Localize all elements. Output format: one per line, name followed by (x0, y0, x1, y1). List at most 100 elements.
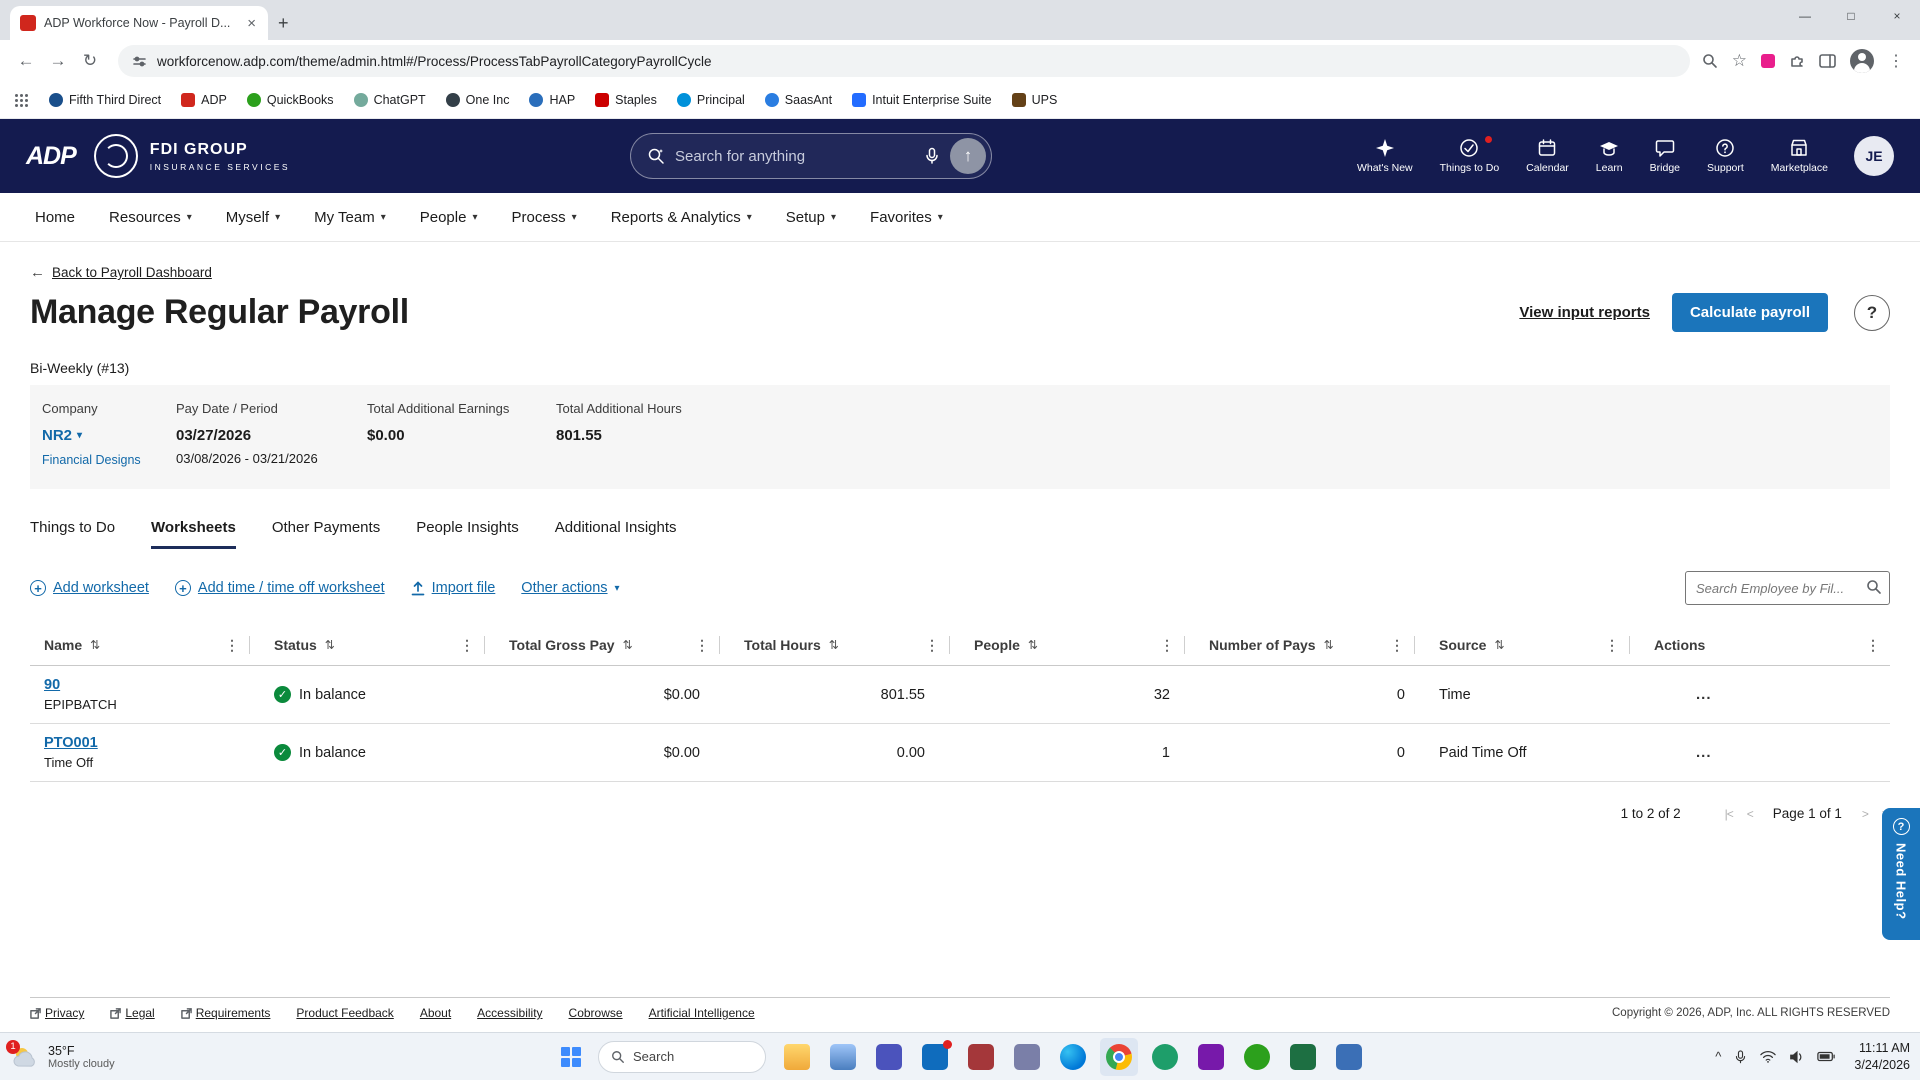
window-minimize-button[interactable]: — (1782, 0, 1828, 32)
next-page-button[interactable]: > (1862, 807, 1869, 821)
tab-additional-insights[interactable]: Additional Insights (555, 519, 677, 549)
column-header-status[interactable]: Status ⇅ ⋮ (260, 625, 495, 665)
taskbar-app-excel[interactable] (1284, 1038, 1322, 1076)
footer-link-product-feedback[interactable]: Product Feedback (296, 1006, 393, 1020)
table-row[interactable]: 90 EPIPBATCH ✓ In balance $0.00 801.55 32 … (30, 666, 1890, 724)
browser-back-icon[interactable]: ← (10, 45, 42, 77)
column-header-people[interactable]: People ⇅ ⋮ (960, 625, 1195, 665)
column-menu-icon[interactable]: ⋮ (1160, 637, 1174, 654)
column-menu-icon[interactable]: ⋮ (1390, 637, 1404, 654)
need-help-tab[interactable]: ? Need Help? (1882, 808, 1920, 940)
site-info-icon[interactable] (132, 54, 147, 69)
back-to-dashboard-link[interactable]: Back to Payroll Dashboard (52, 265, 212, 280)
footer-link-about[interactable]: About (420, 1006, 451, 1020)
taskbar-app-chrome[interactable] (1100, 1037, 1138, 1076)
things-to-do-button[interactable]: Things to Do (1440, 135, 1499, 174)
marketplace-button[interactable]: Marketplace (1771, 138, 1828, 174)
nav-item-people[interactable]: People ▾ (403, 193, 495, 241)
table-row[interactable]: PTO001 Time Off ✓ In balance $0.00 0.00 1 … (30, 724, 1890, 782)
footer-link-legal[interactable]: Legal (110, 1006, 155, 1020)
bookmark-item[interactable]: HAP (529, 93, 575, 107)
tab-people-insights[interactable]: People Insights (416, 519, 519, 549)
side-panel-icon[interactable] (1819, 53, 1836, 69)
worksheet-name-link[interactable]: 90 (44, 677, 60, 693)
browser-tab[interactable]: ADP Workforce Now - Payroll D... × (10, 6, 268, 40)
bookmark-item[interactable]: UPS (1011, 93, 1057, 107)
address-bar[interactable]: workforcenow.adp.com/theme/admin.html#/P… (118, 45, 1690, 77)
previous-page-button[interactable]: < (1747, 807, 1754, 821)
column-menu-icon[interactable]: ⋮ (1605, 637, 1619, 654)
extensions-puzzle-icon[interactable] (1789, 53, 1805, 69)
nav-item-home[interactable]: Home (18, 193, 92, 241)
column-menu-icon[interactable]: ⋮ (1866, 637, 1880, 654)
extension-pink-icon[interactable] (1761, 54, 1775, 68)
calendar-button[interactable]: Calendar (1526, 138, 1569, 174)
browser-reload-icon[interactable]: ↻ (74, 45, 106, 77)
column-header-number-of-pays[interactable]: Number of Pays ⇅ ⋮ (1195, 625, 1425, 665)
bookmark-item[interactable]: SaasAnt (764, 93, 832, 107)
taskbar-app-file-explorer[interactable] (778, 1038, 816, 1076)
bookmark-item[interactable]: Principal (676, 93, 745, 107)
footer-link-cobrowse[interactable]: Cobrowse (569, 1006, 623, 1020)
taskbar-search-input[interactable] (633, 1049, 733, 1064)
taskbar-search[interactable] (598, 1040, 766, 1073)
add-worksheet-button[interactable]: + Add worksheet (30, 580, 149, 596)
company-name-link[interactable]: Financial Designs (42, 453, 176, 467)
taskbar-clock[interactable]: 11:11 AM 3/24/2026 (1854, 1040, 1910, 1074)
window-maximize-button[interactable]: □ (1828, 0, 1874, 32)
sort-icon[interactable]: ⇅ (1494, 638, 1504, 652)
taskbar-app-teams[interactable] (870, 1038, 908, 1076)
nav-item-my-team[interactable]: My Team ▾ (297, 193, 403, 241)
taskbar-app-phone-link[interactable] (1146, 1038, 1184, 1076)
footer-link-privacy[interactable]: Privacy (30, 1006, 84, 1020)
help-button[interactable]: ? (1854, 294, 1890, 331)
support-button[interactable]: Support (1707, 138, 1744, 174)
bookmark-item[interactable]: Intuit Enterprise Suite (852, 93, 992, 107)
column-header-actions[interactable]: Actions ⋮ (1640, 625, 1890, 665)
search-submit-button[interactable]: ↑ (950, 138, 986, 174)
employee-search-input[interactable] (1685, 571, 1890, 605)
import-file-button[interactable]: Import file (411, 580, 495, 596)
zoom-icon[interactable] (1702, 53, 1718, 69)
bookmark-item[interactable]: Staples (595, 93, 657, 107)
column-header-total-gross-pay[interactable]: Total Gross Pay ⇅ ⋮ (495, 625, 730, 665)
taskbar-app-quickbooks[interactable] (1238, 1038, 1276, 1076)
global-search-bar[interactable]: ↑ (630, 133, 992, 179)
column-menu-icon[interactable]: ⋮ (925, 637, 939, 654)
footer-link-requirements[interactable]: Requirements (180, 1006, 270, 1020)
sort-icon[interactable]: ⇅ (623, 638, 633, 652)
tab-other-payments[interactable]: Other Payments (272, 519, 380, 549)
bookmark-star-icon[interactable]: ☆ (1732, 51, 1747, 71)
bookmark-item[interactable]: One Inc (445, 93, 509, 107)
column-menu-icon[interactable]: ⋮ (695, 637, 709, 654)
column-header-source[interactable]: Source ⇅ ⋮ (1425, 625, 1640, 665)
sort-icon[interactable]: ⇅ (829, 638, 839, 652)
taskbar-app-edge[interactable] (1054, 1038, 1092, 1076)
worksheet-name-link[interactable]: PTO001 (44, 735, 98, 751)
learn-button[interactable]: Learn (1596, 138, 1623, 174)
apps-grid-icon[interactable] (14, 93, 29, 108)
weather-widget[interactable]: 1 35°F Mostly cloudy (6, 1039, 115, 1070)
row-actions-menu[interactable]: ... (1654, 744, 1712, 761)
start-button[interactable] (552, 1038, 590, 1076)
taskbar-app-remote-desktop[interactable] (1330, 1038, 1368, 1076)
mic-icon[interactable] (1734, 1049, 1747, 1065)
sort-icon[interactable]: ⇅ (90, 638, 100, 652)
search-icon[interactable] (1866, 579, 1882, 595)
sort-icon[interactable]: ⇅ (325, 638, 335, 652)
tab-close-icon[interactable]: × (245, 15, 258, 32)
battery-icon[interactable] (1817, 1051, 1836, 1062)
nav-item-myself[interactable]: Myself ▾ (209, 193, 297, 241)
user-avatar[interactable]: JE (1854, 136, 1894, 176)
browser-menu-kebab-icon[interactable]: ⋮ (1888, 51, 1904, 71)
hidden-icons-chevron[interactable]: ^ (1715, 1049, 1721, 1064)
browser-forward-icon[interactable]: → (42, 45, 74, 77)
bookmark-item[interactable]: QuickBooks (246, 93, 334, 107)
taskbar-app-access[interactable] (962, 1038, 1000, 1076)
row-actions-menu[interactable]: ... (1654, 686, 1712, 703)
company-selector[interactable]: NR2 ▾ (42, 427, 176, 444)
sort-icon[interactable]: ⇅ (1028, 638, 1038, 652)
first-page-button[interactable]: |< (1725, 807, 1734, 821)
other-actions-dropdown[interactable]: Other actions ▾ (521, 580, 619, 596)
window-close-button[interactable]: × (1874, 0, 1920, 32)
